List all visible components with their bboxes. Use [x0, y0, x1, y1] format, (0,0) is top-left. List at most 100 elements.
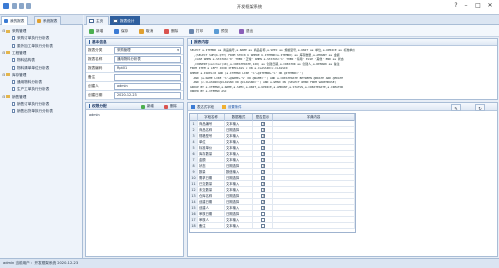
show-checkbox[interactable] — [261, 175, 265, 181]
show-checkbox[interactable] — [261, 181, 265, 187]
show-checkbox[interactable] — [261, 133, 265, 139]
exit-icon — [239, 28, 244, 34]
column-header[interactable]: 数据格式 — [225, 114, 253, 121]
show-checkbox[interactable] — [261, 169, 265, 175]
show-checkbox[interactable] — [261, 218, 265, 222]
tree-item-label: 采购管理 — [12, 29, 27, 33]
fields-icon — [191, 105, 195, 109]
tree-item[interactable]: 销售出货单执行分析表 — [8, 108, 53, 115]
preview-icon — [214, 28, 219, 34]
field-input[interactable]: 通用物料分析表 — [114, 56, 181, 63]
button-label: 删除 — [170, 104, 177, 108]
tree-item[interactable]: 物料清单单位分析表 — [8, 65, 49, 72]
tree-item[interactable]: 销售订单执行分析表 — [8, 101, 49, 108]
tree-item-label: 库存管理 — [12, 72, 27, 77]
form-row: 创建日期 2020-12-23 — [86, 91, 183, 100]
minimize-button[interactable]: – — [462, 2, 470, 10]
tab-label: 报表设计 — [120, 19, 135, 23]
button-label: 新增 — [96, 29, 104, 33]
show-checkbox[interactable] — [261, 193, 265, 199]
dictionary-cell[interactable] — [273, 223, 355, 229]
show-checkbox[interactable] — [261, 212, 265, 216]
show-checkbox[interactable] — [261, 205, 265, 211]
tab-home[interactable]: 主页 — [86, 16, 110, 25]
show-checkbox[interactable] — [261, 224, 265, 228]
permission-user[interactable]: admin — [89, 113, 100, 117]
tab-my-reports[interactable]: 我的报表 — [1, 16, 29, 25]
preview-button[interactable]: 预览 — [213, 27, 228, 35]
delete-permission-button[interactable]: 删除 — [164, 104, 177, 109]
add-icon — [89, 28, 94, 34]
maximize-button[interactable]: □ — [474, 2, 482, 10]
field-label: 创建人 — [88, 84, 99, 88]
tree-item[interactable]: 生产工单执行分析表 — [8, 86, 49, 93]
save-button[interactable]: 保存 — [113, 27, 128, 35]
tree-item-label: 销售出货单执行分析表 — [17, 109, 53, 114]
field-input[interactable]: Rpt01 — [114, 65, 181, 72]
tree-item[interactable]: ⊟ 工程管理 — [2, 50, 26, 57]
button-label: 预览 — [221, 29, 229, 33]
show-checkbox[interactable] — [261, 199, 265, 205]
tree-item-label: 销售管理 — [12, 94, 27, 99]
field-input[interactable]: 采购管理 — [114, 47, 181, 54]
show-checkbox[interactable] — [261, 157, 265, 163]
tab-system-reports[interactable]: 系统报表 — [34, 16, 62, 25]
column-header[interactable]: 字典内容 — [273, 114, 355, 121]
folder-icon — [6, 95, 10, 99]
document-icon — [12, 109, 15, 114]
print-button[interactable]: 打印 — [188, 27, 203, 35]
show-cell — [253, 223, 273, 229]
tree-item[interactable]: 采购订单执行分析表 — [8, 35, 49, 42]
column-header[interactable]: 是否显示 — [253, 114, 273, 121]
show-checkbox[interactable] — [261, 127, 265, 133]
show-checkbox[interactable] — [261, 163, 265, 169]
field-input[interactable] — [114, 74, 181, 81]
table-row[interactable]: 18 备注 文本输入 — [190, 223, 355, 229]
field-name-cell[interactable]: 备注 — [198, 223, 225, 229]
panel-title: 报表内容 — [194, 40, 209, 44]
show-checkbox[interactable] — [261, 121, 265, 127]
refresh-field-button[interactable]: ↻ — [475, 103, 485, 111]
delete-button[interactable]: 删除 — [163, 27, 178, 35]
button-label: 退出 — [246, 29, 254, 33]
tree-item-label: 生产工单执行分析表 — [17, 87, 50, 92]
tab-set-conditions[interactable]: 设置条件 — [222, 104, 242, 110]
tree-item[interactable]: ⊟ 销售管理 — [2, 94, 26, 101]
add-permission-button[interactable]: 新增 — [141, 104, 154, 109]
column-header[interactable]: 字段名称 — [198, 114, 225, 121]
button-label: 取消 — [146, 29, 154, 33]
tree-item[interactable]: ⊟ 库存管理 — [2, 72, 26, 79]
home-icon — [89, 19, 94, 23]
sql-line: ORDER BY a.ITEMNO ASC — [190, 89, 227, 94]
field-label: 报表名称 — [88, 57, 103, 61]
basic-info-header: 基本信息 — [86, 39, 183, 46]
field-input[interactable]: admin — [114, 83, 181, 90]
column-header[interactable] — [190, 114, 198, 121]
tab-report-design[interactable]: 报表设计 — [110, 16, 141, 25]
edit-field-button[interactable]: ✎ — [451, 103, 461, 111]
show-checkbox[interactable] — [261, 187, 265, 193]
sql-editor[interactable]: SELECT a.ITEMNO as 商品编号,a.NAME as 商品名称,a… — [190, 48, 495, 100]
add-button[interactable]: 新增 — [88, 27, 103, 35]
data-format-cell[interactable]: 文本输入 — [225, 223, 253, 229]
tab-label: 我的报表 — [10, 19, 25, 23]
title-bar: 开发框架系统 ? – □ ✕ — [0, 0, 499, 15]
cancel-button[interactable]: 取消 — [138, 27, 153, 35]
tree-item[interactable]: ⊟ 采购管理 — [2, 28, 26, 35]
help-button[interactable]: ? — [452, 2, 460, 10]
report-content-header: 报表内容 — [188, 39, 497, 46]
exit-button[interactable]: 退出 — [238, 27, 253, 35]
tree-item[interactable]: 委外加工单执行分析表 — [8, 43, 53, 50]
show-checkbox[interactable] — [261, 151, 265, 157]
tree-item-label: 物料清单单位分析表 — [17, 65, 50, 70]
tree-item[interactable]: 通用物料分析表 — [8, 79, 42, 86]
tab-expression-fields[interactable]: 表达式字段 — [191, 104, 214, 110]
button-label: 删除 — [171, 29, 179, 33]
field-input[interactable]: 2020-12-23 — [114, 92, 181, 99]
field-settings-panel: 表达式字段 设置条件 ✎ ↻ 字段名称 数据格式 是否显示 字典内容 1 商品编号 文本输… — [187, 102, 498, 257]
close-button[interactable]: ✕ — [486, 2, 494, 10]
show-checkbox[interactable] — [261, 139, 265, 145]
show-checkbox[interactable] — [261, 145, 265, 151]
tree-item[interactable]: 物料结构表 — [8, 57, 35, 64]
row-number: 18 — [190, 223, 198, 229]
